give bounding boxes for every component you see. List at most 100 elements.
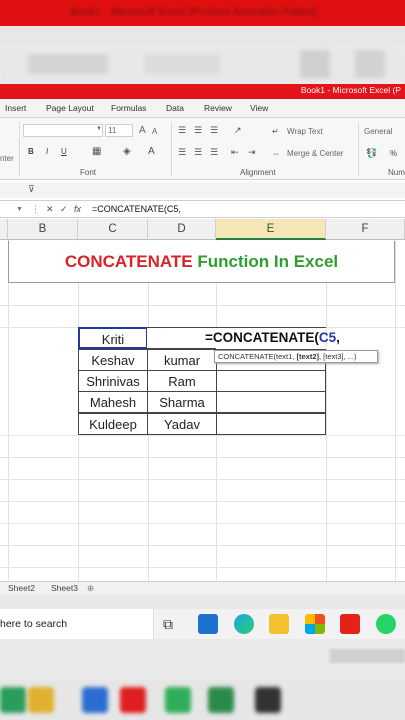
banner-word-function: Function In Excel [197, 252, 339, 271]
tooltip-signature-start: CONCATENATE(text1, [218, 352, 297, 361]
insert-sheet-icon[interactable]: ⊕ [87, 583, 94, 594]
tab-view[interactable]: View [250, 103, 268, 113]
blurred-lower-region [0, 639, 405, 679]
enter-icon[interactable]: ✓ [60, 204, 68, 215]
divider [171, 122, 172, 176]
align-right-icon[interactable]: ☰ [210, 147, 218, 158]
sheet-tab-sheet3[interactable]: Sheet3 [51, 583, 78, 593]
microsoft-store-icon[interactable] [305, 614, 325, 634]
column-header-b[interactable]: B [8, 219, 78, 240]
borders-icon[interactable]: ▦ [92, 146, 101, 157]
group-label-number: Num [388, 168, 405, 177]
blurred-icon [255, 687, 281, 713]
align-bottom-icon[interactable]: ☰ [210, 125, 218, 136]
youtube-icon[interactable] [340, 614, 360, 634]
fill-color-icon[interactable]: ◈ [123, 146, 131, 157]
font-color-button[interactable]: A [148, 146, 155, 157]
align-left-icon[interactable]: ☰ [178, 147, 186, 158]
formula-reference: C5 [318, 330, 337, 345]
cell-last-name[interactable]: kumar [147, 349, 217, 371]
gridline [0, 501, 405, 502]
gridline [8, 240, 9, 581]
whatsapp-icon[interactable] [376, 614, 396, 634]
formula-bar-options-icon[interactable]: ⋮ [31, 204, 40, 215]
tab-formulas[interactable]: Formulas [111, 103, 146, 113]
tab-insert[interactable]: Insert [5, 103, 26, 113]
font-decrease-button[interactable]: A [152, 127, 157, 136]
cell-result[interactable] [216, 413, 326, 435]
cell-result[interactable] [216, 391, 326, 413]
blurred-bar [330, 649, 405, 663]
tab-review[interactable]: Review [204, 103, 232, 113]
cell-first-name[interactable]: Kuldeep [78, 413, 148, 435]
editing-formula-text[interactable]: =CONCATENATE(C5, [205, 329, 340, 347]
font-size-value: 11 [108, 126, 117, 135]
wrap-text-icon: ↵ [272, 127, 279, 136]
indent-decrease-icon[interactable]: ⇤ [231, 147, 239, 158]
outlook-icon[interactable] [198, 614, 218, 634]
insert-function-icon[interactable]: fx [74, 204, 81, 214]
orientation-icon[interactable]: ↗ [234, 125, 242, 136]
cell-first-name[interactable]: Keshav [78, 349, 148, 371]
percent-button[interactable]: % [390, 149, 397, 158]
merge-center-icon: ⇔ [272, 149, 280, 158]
bold-button[interactable]: B [28, 147, 34, 156]
column-header-c[interactable]: C [78, 219, 148, 240]
formula-prefix: =CONCATENATE( [205, 330, 319, 345]
gridline [0, 567, 405, 568]
cell-result[interactable] [216, 370, 326, 392]
cell-last-name[interactable]: Sharma [147, 391, 217, 413]
blurred-control [145, 54, 220, 74]
banner-title: CONCATENATE Function In Excel [8, 241, 395, 283]
cell-first-name[interactable]: Kriti [78, 327, 148, 349]
formula-suffix: , [336, 330, 340, 345]
sheet-tab-sheet2[interactable]: Sheet2 [8, 583, 35, 593]
task-view-icon[interactable]: ⧉ [163, 616, 173, 633]
blurred-icon [120, 687, 146, 713]
blurred-control [28, 54, 108, 74]
cancel-icon[interactable]: ✕ [46, 204, 54, 215]
ribbon: nter ▼ 11 A A B I U ▦ ◈ A ☰ ☰ ☰ ↗ ☰ ☰ ☰ … [0, 118, 405, 180]
status-bar [0, 595, 405, 609]
blurred-icon [28, 687, 54, 713]
gridline [0, 435, 405, 436]
font-name-dropdown-icon[interactable]: ▼ [96, 126, 102, 132]
underline-button[interactable]: U [61, 147, 67, 156]
font-name-box[interactable] [23, 124, 103, 137]
align-top-icon[interactable]: ☰ [178, 125, 186, 136]
number-format-dropdown[interactable]: General [364, 127, 392, 136]
blurred-icon [208, 687, 234, 713]
blurred-screen-top: Book1 - Microsoft Excel (Product Activat… [0, 0, 405, 85]
cell-last-name[interactable]: Ram [147, 370, 217, 392]
cell-last-name[interactable]: Yadav [147, 413, 217, 435]
name-box-dropdown-icon[interactable]: ▼ [16, 206, 23, 213]
column-header-f[interactable]: F [326, 219, 405, 240]
font-increase-button[interactable]: A [139, 125, 146, 136]
worksheet-grid[interactable]: B C D E F CONCATENATE Function In Excel … [0, 219, 405, 581]
excel-title-bar: Book1 - Microsoft Excel (P [0, 84, 405, 99]
column-header-fragment [0, 219, 8, 240]
sheet-tabs-bar: Sheet2 Sheet3 ⊕ [0, 581, 405, 595]
customize-qat-icon[interactable]: ⊽ [28, 184, 35, 195]
quick-access-toolbar: ⊽ [0, 182, 405, 198]
edge-browser-icon[interactable] [234, 614, 254, 634]
tab-data[interactable]: Data [166, 103, 184, 113]
merge-center-button[interactable]: Merge & Center [287, 149, 343, 158]
font-size-box[interactable]: 11 [105, 124, 133, 137]
cell-first-name[interactable]: Shrinivas [78, 370, 148, 392]
indent-increase-icon[interactable]: ⇥ [248, 147, 256, 158]
align-center-icon[interactable]: ☰ [194, 147, 202, 158]
italic-button[interactable]: I [46, 147, 48, 156]
column-header-d[interactable]: D [148, 219, 216, 240]
align-middle-icon[interactable]: ☰ [194, 125, 202, 136]
column-header-e[interactable]: E [216, 219, 326, 240]
gridline [0, 479, 405, 480]
currency-icon[interactable]: 💱 [366, 148, 377, 159]
cell-first-name[interactable]: Mahesh [78, 391, 148, 413]
formula-input[interactable]: =CONCATENATE(C5, [92, 204, 181, 214]
file-explorer-icon[interactable] [269, 614, 289, 634]
blurred-row [0, 26, 405, 46]
taskbar-search-box[interactable]: here to search [0, 609, 154, 639]
tab-page-layout[interactable]: Page Layout [46, 103, 94, 113]
wrap-text-button[interactable]: Wrap Text [287, 127, 323, 136]
